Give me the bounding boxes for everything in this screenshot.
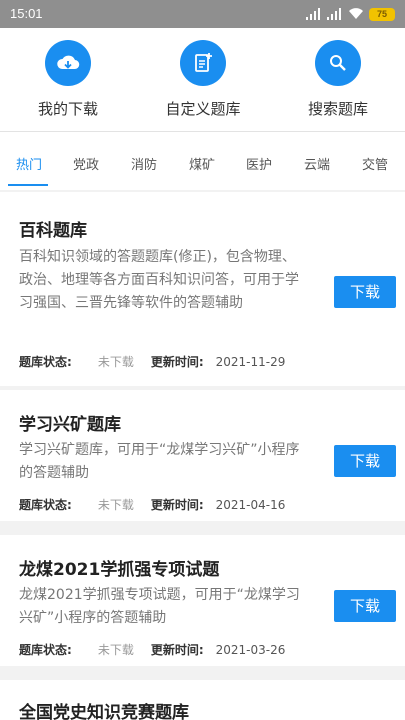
custom-bank-button[interactable]: 自定义题库 [138,40,268,119]
tab-coal[interactable]: 煤矿 [189,154,215,173]
status-time: 15:01 [10,6,43,21]
cell-signal-2-icon [327,8,341,20]
search-icon [315,40,361,86]
quick-actions: 我的下载 自定义题库 搜索题库 [0,28,405,130]
bank-title: 百科题库 [19,221,87,241]
list-item[interactable]: 学习兴矿题库 学习兴矿题库，可用于“龙煤学习兴矿”小程序的答题辅助 下载 题库状… [0,390,405,521]
status-icons: 75 [306,6,395,22]
category-tabs: 热门 党政 消防 煤矿 医护 云端 交管 [0,132,405,188]
active-tab-indicator [8,184,48,186]
bank-title: 龙煤2021学抓强专项试题 [19,560,220,580]
bank-description: 龙煤2021学抓强专项试题，可用于“龙煤学习兴矿”小程序的答题辅助 [19,587,300,626]
status-bar: 15:01 75 [0,0,405,28]
bank-meta: 题库状态: 未下载 更新时间: 2021-04-16 [19,496,285,513]
update-value: 2021-04-16 [215,498,286,512]
status-value: 未下载 [97,498,134,512]
tab-fire[interactable]: 消防 [131,154,157,173]
tab-cloud[interactable]: 云端 [304,154,330,173]
status-key: 题库状态: [19,355,72,369]
bank-meta: 题库状态: 未下载 更新时间: 2021-03-26 [19,641,285,658]
search-bank-button[interactable]: 搜索题库 [273,40,403,119]
wifi-icon [349,8,363,19]
bank-title: 全国党史知识竞赛题库 [19,703,189,720]
list-item[interactable]: 百科题库 百科知识领域的答题题库(修正)，包含物理、政治、地理等各方面百科知识问… [0,192,405,386]
update-value: 2021-03-26 [215,643,286,657]
bank-description: 百科知识领域的答题题库(修正)，包含物理、政治、地理等各方面百科知识问答，可用于… [19,249,299,311]
status-key: 题库状态: [19,643,72,657]
bank-description: 学习兴矿题库，可用于“龙煤学习兴矿”小程序的答题辅助 [19,442,300,481]
tab-party[interactable]: 党政 [73,154,99,173]
status-value: 未下载 [97,643,134,657]
download-button[interactable]: 下载 [334,276,396,308]
search-bank-label: 搜索题库 [307,100,368,118]
update-key: 更新时间: [150,355,204,369]
custom-bank-label: 自定义题库 [165,100,241,118]
update-value: 2021-11-29 [215,355,286,369]
status-value: 未下载 [97,355,134,369]
list-item[interactable]: 全国党史知识竞赛题库 [0,680,405,720]
download-button[interactable]: 下载 [334,590,396,622]
add-document-icon [180,40,226,86]
cell-signal-icon [306,8,320,20]
my-downloads-button[interactable]: 我的下载 [3,40,133,119]
tab-medical[interactable]: 医护 [246,154,272,173]
tab-traffic[interactable]: 交管 [362,154,388,173]
battery-icon: 75 [369,7,395,21]
cloud-download-icon [45,40,91,86]
update-key: 更新时间: [150,643,204,657]
list-item[interactable]: 龙煤2021学抓强专项试题 龙煤2021学抓强专项试题，可用于“龙煤学习兴矿”小… [0,535,405,666]
status-key: 题库状态: [19,498,72,512]
download-button[interactable]: 下载 [334,445,396,477]
bank-list: 百科题库 百科知识领域的答题题库(修正)，包含物理、政治、地理等各方面百科知识问… [0,190,405,720]
bank-meta: 题库状态: 未下载 更新时间: 2021-11-29 [19,353,285,370]
tab-hot[interactable]: 热门 [16,154,42,173]
bank-title: 学习兴矿题库 [19,415,121,435]
update-key: 更新时间: [150,498,204,512]
my-downloads-label: 我的下载 [37,100,98,118]
